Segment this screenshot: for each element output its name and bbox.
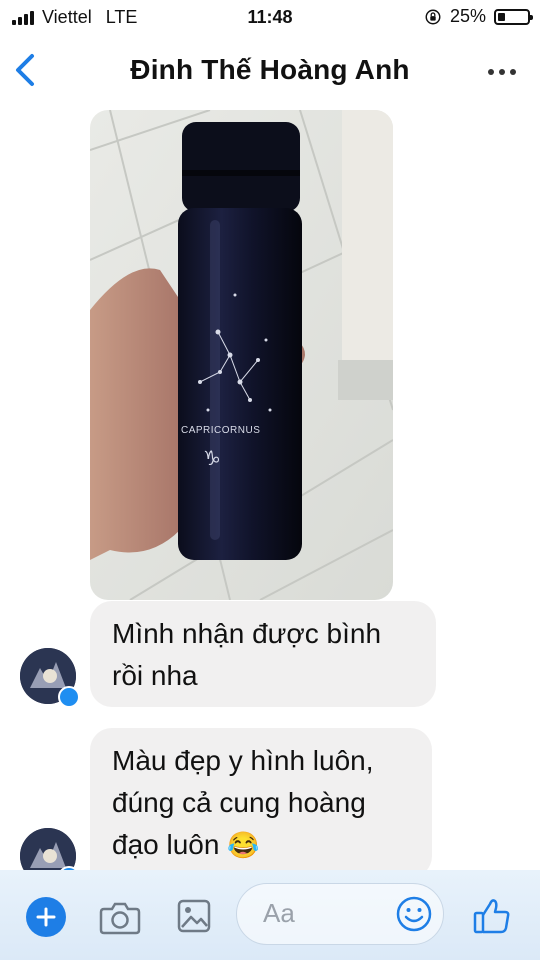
message-line: Mình nhận được bình [112, 618, 382, 649]
smiley-icon [396, 896, 432, 932]
message-bubble[interactable]: Màu đẹp y hình luôn, đúng cả cung hoàng … [90, 728, 432, 870]
more-dot [488, 69, 494, 75]
chevron-left-icon [16, 54, 34, 86]
message-line: đạo luôn 😂 [112, 824, 410, 866]
more-dot [510, 69, 516, 75]
bottle-label: CAPRICORNUS [181, 425, 260, 436]
battery-level [498, 12, 505, 21]
message-line: rồi nha [112, 660, 198, 691]
composer-bar: Aa [0, 870, 540, 960]
photo-message[interactable]: CAPRICORNUS ♑ [90, 110, 393, 600]
orientation-lock-icon [425, 9, 441, 24]
plus-icon [36, 907, 56, 927]
message-text: đạo luôn [112, 829, 220, 860]
contact-name[interactable]: Đinh Thế Hoàng Anh [70, 54, 470, 86]
add-button[interactable] [26, 897, 66, 937]
laughing-emoji-icon: 😂 [227, 830, 260, 860]
avatar[interactable] [20, 828, 76, 870]
camera-icon [99, 902, 141, 935]
svg-text:♑: ♑ [203, 446, 221, 470]
avatar-image [20, 828, 76, 870]
like-button[interactable] [470, 894, 514, 938]
message-list[interactable]: CAPRICORNUS ♑ Mình nhận được bình rồi nh… [0, 108, 540, 870]
camera-button[interactable] [98, 897, 142, 937]
image-icon [177, 899, 211, 933]
thumbs-up-icon [473, 899, 510, 934]
messenger-icon [58, 686, 80, 708]
message-bubble[interactable]: Mình nhận được bình rồi nha [90, 601, 436, 707]
conversation-header: Đinh Thế Hoàng Anh [0, 36, 540, 109]
battery-icon [494, 8, 533, 25]
status-right: 25% [424, 6, 533, 27]
message-line: đúng cả cung hoàng [112, 787, 366, 818]
back-button[interactable] [8, 50, 44, 90]
battery-percent: 25% [449, 6, 486, 26]
message-line: Màu đẹp y hình luôn, [112, 745, 374, 776]
more-options-button[interactable] [482, 58, 522, 86]
input-placeholder: Aa [263, 898, 295, 928]
thermos-bottle-photo: CAPRICORNUS ♑ [90, 110, 393, 600]
message-input[interactable]: Aa [236, 883, 444, 945]
gallery-button[interactable] [174, 896, 214, 936]
more-dot [499, 69, 505, 75]
status-bar: Viettel LTE 11:48 25% [0, 0, 540, 36]
emoji-button[interactable] [395, 895, 433, 933]
